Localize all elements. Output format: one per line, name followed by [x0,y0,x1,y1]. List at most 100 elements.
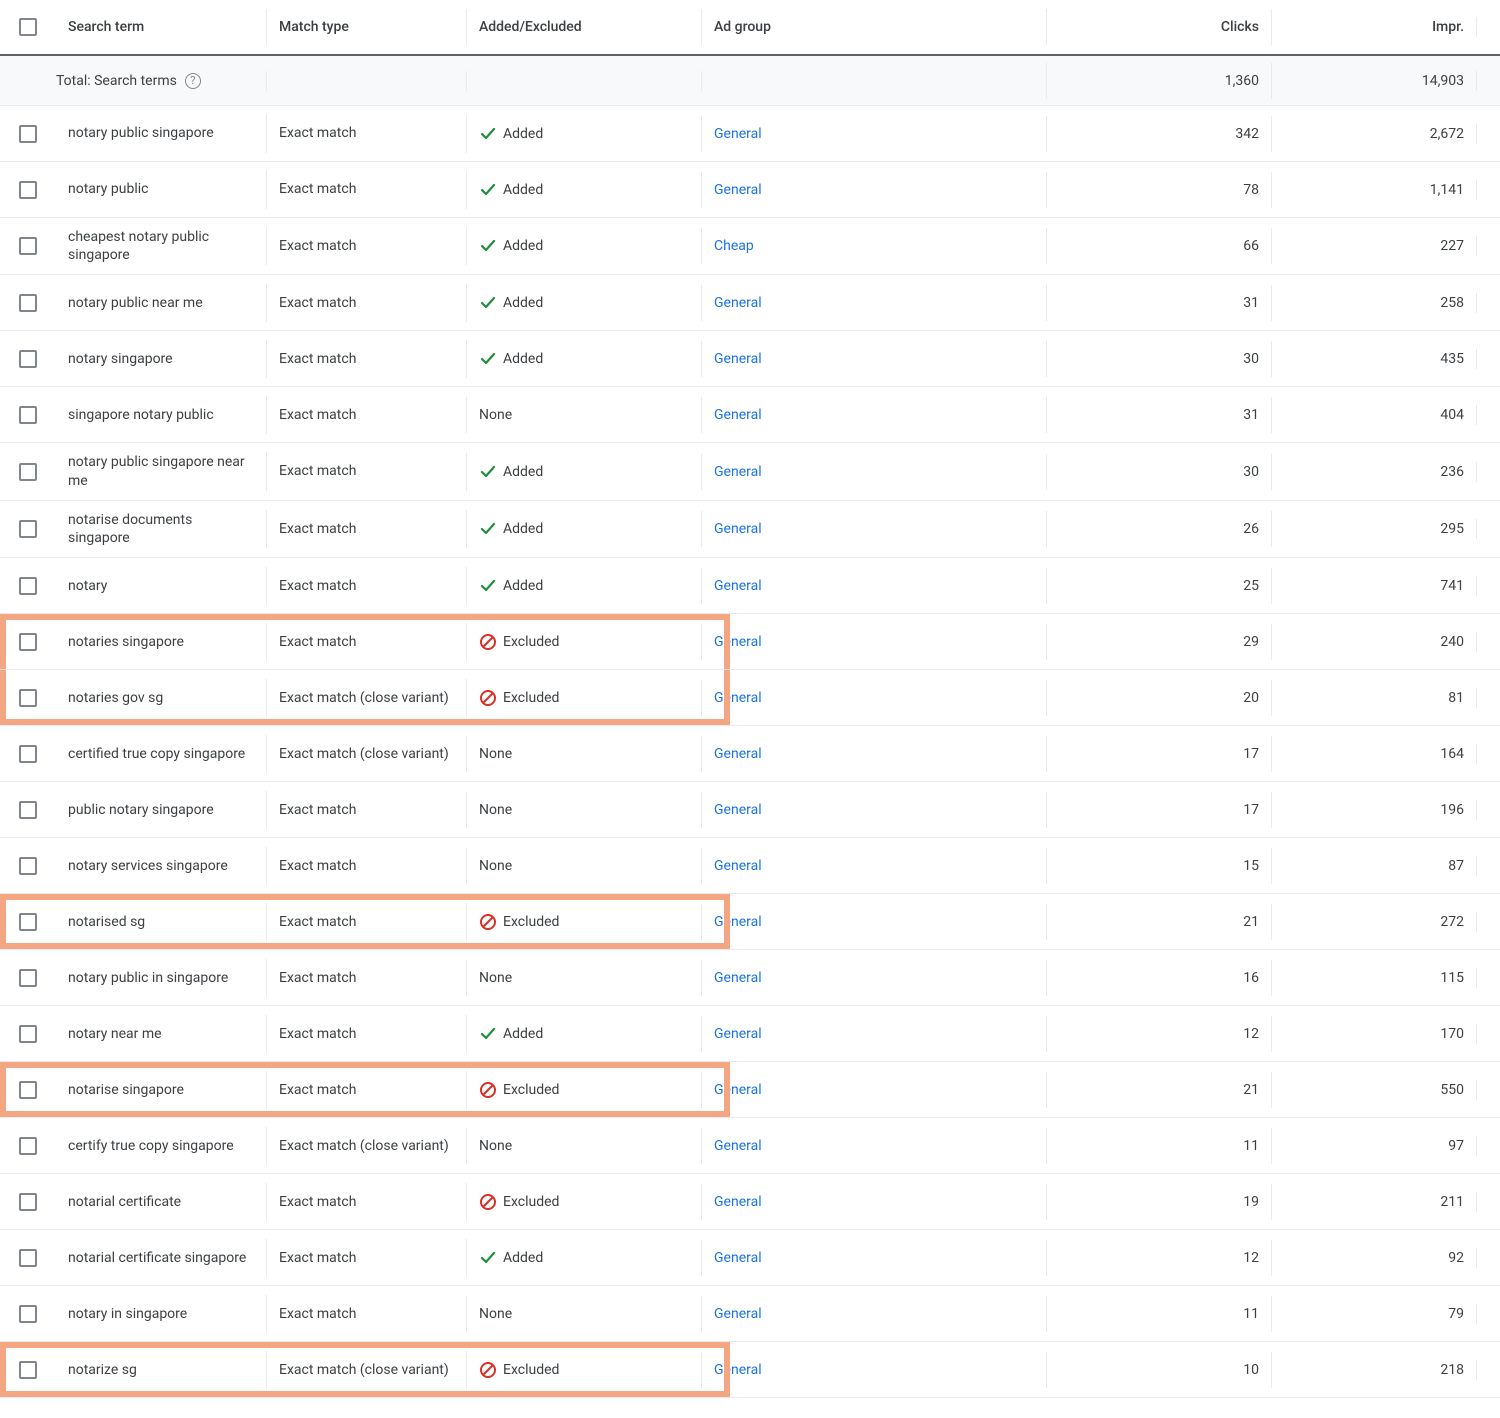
clicks-value: 31 [1243,407,1259,423]
search-term-text: notary in singapore [68,1305,187,1323]
status-cell: None [479,1138,512,1154]
header-impr[interactable]: Impr. [1432,19,1464,35]
status-text: Added [503,1026,543,1042]
ad-group-link[interactable]: General [714,1306,762,1322]
ad-group-link[interactable]: Cheap [714,238,754,254]
check-icon [479,125,497,143]
clicks-value: 12 [1243,1250,1259,1266]
row-checkbox[interactable] [19,1193,37,1211]
ad-group-link[interactable]: General [714,1138,762,1154]
row-checkbox[interactable] [19,633,37,651]
status-cell: Added [479,463,543,481]
ad-group-link[interactable]: General [714,1082,762,1098]
status-cell: Excluded [479,1193,559,1211]
ad-group-link[interactable]: General [714,1250,762,1266]
ad-group-link[interactable]: General [714,970,762,986]
ad-group-link[interactable]: General [714,351,762,367]
ad-group-link[interactable]: General [714,464,762,480]
header-search-term[interactable]: Search term [68,19,144,35]
ad-group-link[interactable]: General [714,126,762,142]
table-row: singapore notary publicExact matchNoneGe… [0,387,1500,443]
ad-group-link[interactable]: General [714,634,762,650]
status-text: Excluded [503,1194,559,1210]
check-icon [479,463,497,481]
table-row: notarise documents singaporeExact matchA… [0,501,1500,558]
clicks-value: 12 [1243,1026,1259,1042]
impr-value: 295 [1440,521,1464,537]
ad-group-link[interactable]: General [714,521,762,537]
search-term-text: notary public singapore [68,124,214,142]
ad-group-link[interactable]: General [714,1194,762,1210]
ad-group-link[interactable]: General [714,182,762,198]
row-checkbox[interactable] [19,406,37,424]
match-type-text: Exact match [279,633,356,651]
row-checkbox[interactable] [19,969,37,987]
header-clicks[interactable]: Clicks [1221,19,1259,35]
header-match-type[interactable]: Match type [279,19,349,35]
table-row: notary public near meExact matchAddedGen… [0,275,1500,331]
impr-value: 196 [1440,802,1464,818]
row-checkbox[interactable] [19,1137,37,1155]
search-term-text: singapore notary public [68,406,214,424]
match-type-text: Exact match (close variant) [279,745,449,763]
row-checkbox[interactable] [19,1361,37,1379]
clicks-value: 11 [1243,1306,1259,1322]
row-checkbox[interactable] [19,1025,37,1043]
row-checkbox[interactable] [19,857,37,875]
ad-group-link[interactable]: General [714,578,762,594]
row-checkbox[interactable] [19,181,37,199]
table-row: notary publicExact matchAddedGeneral781,… [0,162,1500,218]
match-type-text: Exact match [279,1249,356,1267]
row-checkbox[interactable] [19,463,37,481]
row-checkbox[interactable] [19,913,37,931]
ad-group-link[interactable]: General [714,1026,762,1042]
status-cell: None [479,858,512,874]
status-cell: Excluded [479,1361,559,1379]
ad-group-link[interactable]: General [714,746,762,762]
header-added-excluded[interactable]: Added/Excluded [479,19,582,35]
status-cell: Excluded [479,689,559,707]
row-checkbox[interactable] [19,520,37,538]
table-row: cheapest notary public singaporeExact ma… [0,218,1500,275]
table-row: notarise singaporeExact matchExcludedGen… [0,1062,1500,1118]
clicks-value: 17 [1243,802,1259,818]
ad-group-link[interactable]: General [714,802,762,818]
row-checkbox[interactable] [19,577,37,595]
impr-value: 211 [1440,1194,1464,1210]
table-row: notaries singaporeExact matchExcludedGen… [0,614,1500,670]
row-checkbox[interactable] [19,237,37,255]
row-checkbox[interactable] [19,689,37,707]
search-term-text: notary services singapore [68,857,228,875]
ad-group-link[interactable]: General [714,295,762,311]
status-cell: Added [479,237,543,255]
ad-group-link[interactable]: General [714,914,762,930]
row-checkbox[interactable] [19,125,37,143]
status-cell: Excluded [479,633,559,651]
select-all-checkbox[interactable] [19,18,37,36]
row-checkbox[interactable] [19,1249,37,1267]
row-checkbox[interactable] [19,1305,37,1323]
status-text: None [479,970,512,986]
clicks-value: 25 [1243,578,1259,594]
clicks-value: 15 [1243,858,1259,874]
status-cell: None [479,802,512,818]
prohibit-icon [479,689,497,707]
ad-group-link[interactable]: General [714,407,762,423]
ad-group-link[interactable]: General [714,1362,762,1378]
ad-group-link[interactable]: General [714,858,762,874]
row-checkbox[interactable] [19,1081,37,1099]
ad-group-link[interactable]: General [714,690,762,706]
impr-value: 115 [1440,970,1464,986]
search-term-text: notary [68,577,107,595]
check-icon [479,577,497,595]
search-term-text: certified true copy singapore [68,745,245,763]
row-checkbox[interactable] [19,745,37,763]
row-checkbox[interactable] [19,801,37,819]
header-ad-group[interactable]: Ad group [714,19,771,35]
help-icon[interactable]: ? [185,73,201,89]
row-checkbox[interactable] [19,350,37,368]
impr-value: 81 [1448,690,1464,706]
table-header-row: Search term Match type Added/Excluded Ad… [0,0,1500,56]
impr-value: 218 [1440,1362,1464,1378]
row-checkbox[interactable] [19,294,37,312]
